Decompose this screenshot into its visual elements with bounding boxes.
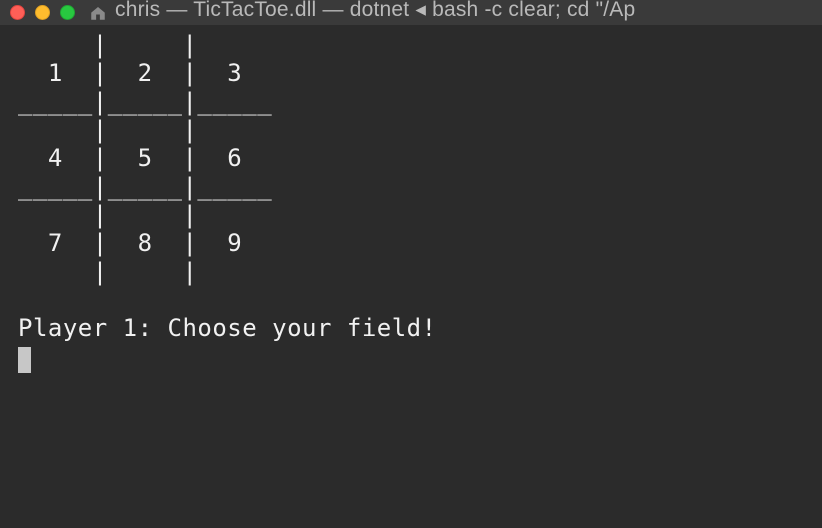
window-title: chris — TicTacToe.dll — dotnet ◂ bash -c… [115, 0, 635, 22]
prompt-text: Player 1: Choose your field! [18, 314, 437, 342]
terminal-output[interactable]: | | 1 | 2 | 3 _____|_____|_____ | | 4 | … [0, 25, 822, 377]
board-line: 1 | 2 | 3 [18, 59, 272, 87]
minimize-window-button[interactable] [35, 5, 50, 20]
maximize-window-button[interactable] [60, 5, 75, 20]
traffic-lights [10, 5, 75, 20]
board-line: | | [18, 201, 272, 229]
close-window-button[interactable] [10, 5, 25, 20]
board-line: _____|_____|_____ [18, 88, 272, 116]
board-line: | | [18, 116, 272, 144]
board-line: _____|_____|_____ [18, 173, 272, 201]
home-icon [89, 4, 107, 22]
window-titlebar: chris — TicTacToe.dll — dotnet ◂ bash -c… [0, 0, 822, 25]
board-line: 7 | 8 | 9 [18, 229, 272, 257]
board-line: | | [18, 258, 272, 286]
terminal-cursor[interactable] [18, 347, 31, 373]
board-line: 4 | 5 | 6 [18, 144, 272, 172]
board-line: | | [18, 31, 272, 59]
